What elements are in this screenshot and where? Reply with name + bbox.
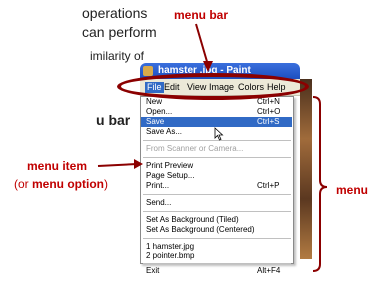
menu-item-arrowhead <box>134 159 143 169</box>
menu-bar-arrowhead <box>203 61 213 72</box>
menu-brace <box>312 96 328 272</box>
menu-bar-arrow <box>195 23 209 66</box>
annotation-arrows <box>97 23 328 272</box>
menu-item-arrow <box>97 163 138 167</box>
